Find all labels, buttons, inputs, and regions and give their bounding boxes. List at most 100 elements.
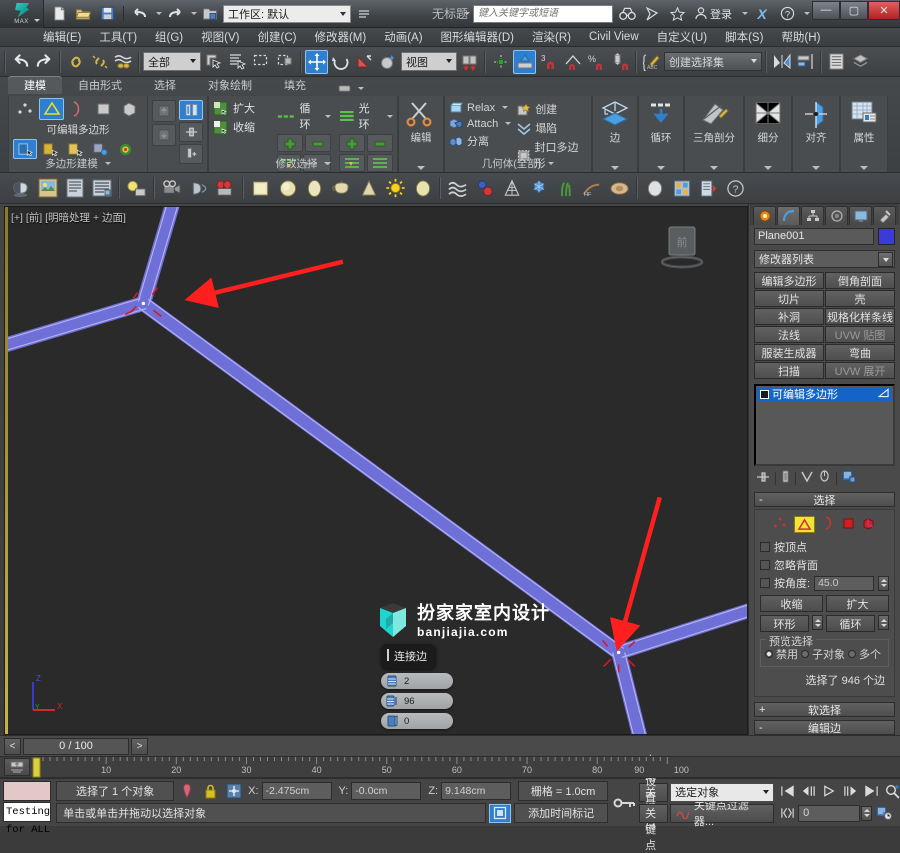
workspace-menu-button[interactable]: [353, 4, 375, 24]
snaps-toggle-icon[interactable]: 3: [537, 50, 560, 74]
frame-prev-button[interactable]: <: [4, 737, 21, 755]
window-crossing-toggle-icon[interactable]: [274, 50, 297, 74]
render-production-icon[interactable]: [89, 176, 114, 201]
checkbox[interactable]: [760, 578, 770, 588]
maximize-button[interactable]: ▢: [840, 0, 868, 20]
ribbon-panel-loop[interactable]: 循环: [638, 96, 684, 172]
minimize-button[interactable]: —: [812, 0, 840, 20]
ribbon-panel-subdivide[interactable]: 细分: [744, 96, 792, 172]
select-and-manipulate-icon[interactable]: [513, 49, 536, 74]
menu-edit[interactable]: 编辑(E): [34, 27, 90, 47]
element-level-icon[interactable]: [118, 98, 143, 120]
chevron-down-icon[interactable]: [657, 166, 665, 170]
particle-system-icon[interactable]: [472, 176, 497, 201]
caddy-pinch-field[interactable]: 96: [381, 693, 453, 709]
help-icon[interactable]: ?: [776, 4, 798, 24]
modifier-uvw-unwrap[interactable]: UVW 展开: [825, 362, 895, 379]
cached-preview-icon[interactable]: [186, 176, 211, 201]
select-and-link-icon[interactable]: [64, 50, 87, 74]
chevron-down-icon[interactable]: [324, 162, 331, 165]
toggle-layer-explorer-icon[interactable]: [849, 50, 872, 74]
redo-button[interactable]: [164, 4, 186, 24]
material-editor-icon[interactable]: [8, 176, 33, 201]
attach-button[interactable]: Attach: [449, 117, 512, 130]
selection-filter-combo[interactable]: 全部: [143, 52, 201, 71]
menu-graph-editors[interactable]: 图形编辑器(D): [432, 27, 523, 47]
rollout-selection-header[interactable]: - 选择: [754, 492, 895, 507]
modifier-slice[interactable]: 切片: [754, 290, 824, 307]
border-level-icon[interactable]: [65, 98, 90, 120]
light-bulb-icon[interactable]: [877, 387, 889, 401]
preview-multi-radio[interactable]: [848, 650, 856, 658]
grow-button[interactable]: 扩大: [826, 595, 889, 612]
ribbon-tab-selection[interactable]: 选择: [138, 76, 192, 94]
loop-add-button[interactable]: [338, 134, 365, 152]
detach-button[interactable]: 分离: [449, 133, 511, 149]
go-to-start-icon[interactable]: [777, 781, 797, 801]
coord-y-field[interactable]: -0.0cm: [351, 782, 422, 800]
go-to-end-icon[interactable]: [861, 781, 881, 801]
menu-customize[interactable]: 自定义(U): [648, 27, 716, 47]
close-button[interactable]: ✕: [868, 0, 900, 20]
stack-item-editable-poly[interactable]: 可编辑多边形: [757, 387, 892, 401]
open-file-button[interactable]: [72, 4, 94, 24]
chevron-down-icon[interactable]: [505, 122, 512, 125]
redo-scene-button[interactable]: [33, 50, 56, 74]
named-selection-sets-combo[interactable]: 创建选择集: [664, 52, 762, 71]
frame-indicator[interactable]: 0 / 100: [23, 737, 129, 755]
caddy-slide-field[interactable]: 0: [381, 713, 453, 729]
next-frame-icon[interactable]: [840, 781, 860, 801]
collapse-button[interactable]: 塌陷: [517, 120, 587, 136]
exchange-icon[interactable]: X: [751, 4, 773, 24]
hair-fur-icon[interactable]: HF: [580, 176, 605, 201]
ring-button[interactable]: 环形: [760, 615, 809, 632]
undo-dropdown[interactable]: [153, 4, 162, 24]
by-angle-row[interactable]: 按角度: 45.0: [760, 574, 889, 592]
loop-button[interactable]: 循环: [826, 615, 875, 632]
menu-civil-view[interactable]: Civil View: [580, 29, 648, 45]
scene-explorer-icon2[interactable]: [669, 176, 694, 201]
move-down-stack-icon[interactable]: [152, 124, 176, 146]
binoculars-icon[interactable]: [616, 4, 638, 24]
key-mode-combo[interactable]: 选定对象: [670, 782, 775, 802]
spinner-snap-toggle-icon[interactable]: [609, 50, 632, 74]
rendered-frame-window-icon[interactable]: [62, 176, 87, 201]
connect-edges-caddy[interactable]: 连接边 2 96 0: [381, 644, 491, 734]
key-mode-toggle-icon[interactable]: [777, 803, 797, 823]
chevron-down-icon[interactable]: [324, 114, 331, 118]
make-unique-icon[interactable]: [179, 144, 203, 164]
by-angle-spinner[interactable]: [878, 575, 889, 591]
hierarchy-tab[interactable]: [801, 206, 824, 225]
help-icon2[interactable]: ?: [723, 176, 748, 201]
modify-tab[interactable]: [777, 206, 800, 225]
object-color-swatch[interactable]: [878, 228, 895, 245]
percent-snap-toggle-icon[interactable]: %: [585, 50, 608, 74]
search-expand-icon[interactable]: [464, 12, 470, 15]
modifier-edit-poly[interactable]: 编辑多边形: [754, 272, 824, 289]
ribbon-panel-edge[interactable]: 边: [592, 96, 638, 172]
select-and-rotate-icon[interactable]: [329, 50, 352, 74]
polygon-sublevel-icon[interactable]: [842, 517, 855, 533]
current-frame-field[interactable]: 0: [798, 804, 861, 822]
rollout-edit-edges-header[interactable]: - 编辑边: [754, 720, 895, 735]
show-end-result-icon[interactable]: [179, 100, 203, 120]
app-menu-button[interactable]: MAX: [0, 0, 44, 28]
save-file-button[interactable]: [96, 4, 118, 24]
menu-animation[interactable]: 动画(A): [375, 27, 431, 47]
render-setup-icon[interactable]: [35, 176, 60, 201]
set-key-button[interactable]: 设置关键点: [639, 776, 669, 852]
reference-coordinate-icon[interactable]: [377, 50, 400, 74]
toggle-scene-explorer-icon[interactable]: [825, 50, 848, 74]
viewport[interactable]: [+] [前] [明暗处理 + 边面] 前 扮家家室内设计 banjiajia.…: [4, 206, 748, 735]
chevron-down-icon[interactable]: [611, 166, 619, 170]
unlink-selection-icon[interactable]: [88, 50, 111, 74]
menu-tools[interactable]: 工具(T): [90, 27, 146, 47]
viewport-label[interactable]: [+] [前] [明暗处理 + 边面]: [11, 210, 126, 225]
search-input[interactable]: [473, 4, 613, 23]
edit-named-selection-sets-icon[interactable]: ABC: [640, 50, 663, 74]
align-icon[interactable]: [794, 50, 817, 74]
modifier-uvw-map[interactable]: UVW 贴图: [825, 326, 895, 343]
select-and-move-icon[interactable]: [305, 49, 328, 74]
select-and-scale-icon[interactable]: [353, 50, 376, 74]
maxscript-mini-listener[interactable]: Testing for ALL: [0, 779, 54, 836]
